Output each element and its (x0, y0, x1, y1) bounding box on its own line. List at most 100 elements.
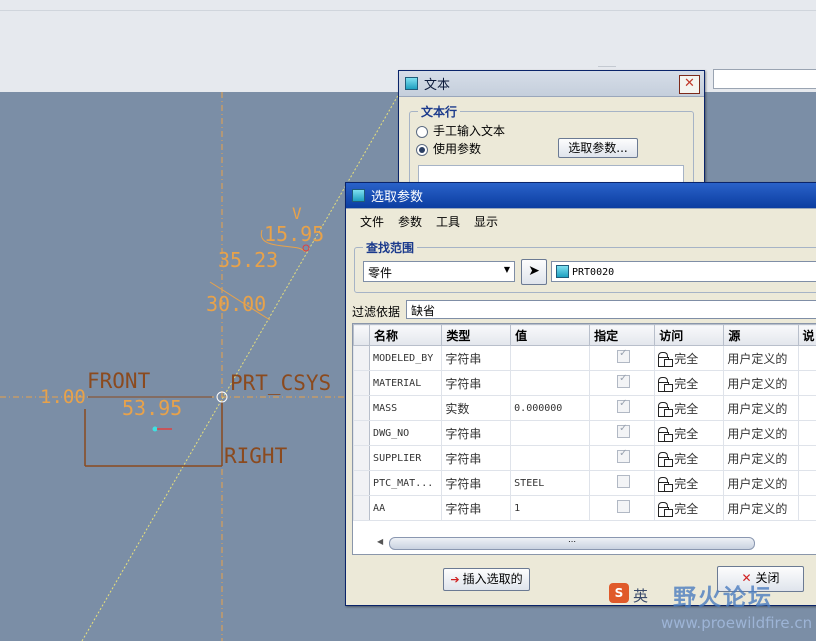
param-value-cell[interactable] (510, 370, 591, 396)
param-access-cell[interactable]: 完全 (654, 445, 725, 471)
param-access-cell[interactable]: 完全 (654, 395, 725, 421)
horizontal-scrollbar[interactable]: ◀ ⋯ (375, 537, 815, 550)
table-row[interactable]: AA 字符串 1 完全 用户定义的 (352, 495, 816, 521)
param-type-cell[interactable]: 字符串 (441, 470, 512, 496)
param-description-cell[interactable] (797, 345, 816, 371)
param-source-cell[interactable]: 用户定义的 (723, 370, 799, 396)
menu-item-display[interactable]: 显示 (474, 213, 498, 230)
param-description-cell[interactable] (797, 420, 816, 446)
row-header-cell[interactable] (352, 345, 371, 371)
param-designate-cell[interactable] (589, 420, 656, 446)
param-type-cell[interactable]: 字符串 (441, 345, 512, 371)
param-description-cell[interactable] (797, 370, 816, 396)
radio-manual-icon[interactable] (416, 125, 428, 138)
designate-checkbox[interactable] (617, 500, 631, 513)
param-access-cell[interactable]: 完全 (654, 345, 725, 371)
param-name-cell[interactable]: MASS (369, 395, 443, 421)
row-header-cell[interactable] (352, 495, 371, 521)
row-header-cell[interactable] (352, 395, 371, 421)
insert-selected-button[interactable]: ➔ 插入选取的 (443, 568, 530, 591)
param-value-cell[interactable]: 0.000000 (510, 395, 591, 421)
param-access-cell[interactable]: 完全 (654, 470, 725, 496)
close-icon[interactable]: ✕ (679, 75, 700, 94)
param-access-cell[interactable]: 完全 (654, 495, 725, 521)
column-header-source[interactable]: 源 (723, 324, 799, 346)
param-name-cell[interactable]: SUPPLIER (369, 445, 443, 471)
row-header-cell[interactable] (352, 420, 371, 446)
param-name-cell[interactable]: MODELED_BY (369, 345, 443, 371)
param-access-cell[interactable]: 完全 (654, 370, 725, 396)
param-source-cell[interactable]: 用户定义的 (723, 395, 799, 421)
select-parameter-titlebar[interactable]: 选取参数 (346, 183, 816, 209)
table-row[interactable]: MASS 实数 0.000000 完全 用户定义的 (352, 395, 816, 421)
datum-csys-label[interactable]: PRT_CSYS (230, 371, 331, 395)
dimension-label[interactable]: 35.23 (218, 248, 278, 272)
datum-plane-right-label[interactable]: RIGHT (224, 444, 287, 468)
radio-use-parameter[interactable]: 使用参数 (416, 140, 481, 157)
column-header-access[interactable]: 访问 (654, 324, 725, 346)
param-name-cell[interactable]: DWG_NO (369, 420, 443, 446)
menu-item-tools[interactable]: 工具 (436, 213, 460, 230)
filter-field[interactable]: 缺省 (406, 300, 816, 319)
param-description-cell[interactable] (797, 495, 816, 521)
param-source-cell[interactable]: 用户定义的 (723, 345, 799, 371)
param-name-cell[interactable]: MATERIAL (369, 370, 443, 396)
param-source-cell[interactable]: 用户定义的 (723, 495, 799, 521)
datum-plane-front-label[interactable]: FRONT (87, 369, 150, 393)
dimension-label[interactable]: 30.00 (206, 292, 266, 316)
scope-item-field[interactable]: PRT0020 (551, 261, 816, 282)
param-designate-cell[interactable] (589, 395, 656, 421)
param-access-cell[interactable]: 完全 (654, 420, 725, 446)
radio-manual-text[interactable]: 手工输入文本 (416, 122, 505, 139)
param-name-cell[interactable]: AA (369, 495, 443, 521)
param-value-cell[interactable] (510, 420, 591, 446)
row-header-cell[interactable] (352, 445, 371, 471)
param-description-cell[interactable] (797, 395, 816, 421)
param-source-cell[interactable]: 用户定义的 (723, 445, 799, 471)
scrollbar-thumb[interactable]: ⋯ (389, 537, 755, 550)
column-header-description[interactable]: 说 (797, 324, 816, 346)
dimension-label[interactable]: 15.95 (264, 222, 324, 246)
table-row[interactable]: MATERIAL 字符串 完全 用户定义的 (352, 370, 816, 396)
scope-type-dropdown[interactable]: 零件 ▼ (363, 261, 515, 282)
param-source-cell[interactable]: 用户定义的 (723, 470, 799, 496)
param-value-cell[interactable] (510, 445, 591, 471)
dimension-label[interactable]: 1.00 (40, 386, 86, 408)
table-row[interactable]: PTC_MAT... 字符串 STEEL 完全 用户定义的 (352, 470, 816, 496)
menu-item-file[interactable]: 文件 (360, 213, 384, 230)
column-header-type[interactable]: 类型 (441, 324, 512, 346)
row-header-cell[interactable] (352, 370, 371, 396)
dimension-label[interactable]: 53.95 (122, 396, 182, 420)
designate-checkbox[interactable] (617, 373, 631, 388)
menu-item-parameter[interactable]: 参数 (398, 213, 422, 230)
param-value-cell[interactable]: 1 (510, 495, 591, 521)
pick-from-model-button[interactable]: ➤ (521, 259, 547, 285)
command-search-input[interactable] (713, 69, 816, 89)
designate-checkbox[interactable] (617, 398, 631, 413)
param-designate-cell[interactable] (589, 445, 656, 471)
designate-checkbox[interactable] (617, 348, 631, 363)
param-designate-cell[interactable] (589, 345, 656, 371)
select-parameter-button[interactable]: 选取参数... (558, 138, 638, 158)
param-type-cell[interactable]: 字符串 (441, 445, 512, 471)
param-value-cell[interactable]: STEEL (510, 470, 591, 496)
table-row[interactable]: MODELED_BY 字符串 完全 用户定义的 (352, 345, 816, 371)
param-type-cell[interactable]: 字符串 (441, 370, 512, 396)
param-description-cell[interactable] (797, 470, 816, 496)
radio-use-parameter-icon[interactable] (416, 143, 428, 156)
column-header-designate[interactable]: 指定 (589, 324, 656, 346)
table-row[interactable]: DWG_NO 字符串 完全 用户定义的 (352, 420, 816, 446)
param-designate-cell[interactable] (589, 470, 656, 496)
param-name-cell[interactable]: PTC_MAT... (369, 470, 443, 496)
column-header-value[interactable]: 值 (510, 324, 591, 346)
param-value-cell[interactable] (510, 345, 591, 371)
table-row[interactable]: SUPPLIER 字符串 完全 用户定义的 (352, 445, 816, 471)
designate-checkbox[interactable] (617, 423, 631, 438)
text-dialog-titlebar[interactable]: 文本 ✕ (399, 71, 704, 97)
scroll-left-icon[interactable]: ◀ (377, 537, 383, 546)
param-type-cell[interactable]: 实数 (441, 395, 512, 421)
row-header-cell[interactable] (352, 470, 371, 496)
designate-checkbox[interactable] (617, 448, 631, 463)
param-description-cell[interactable] (797, 445, 816, 471)
param-designate-cell[interactable] (589, 495, 656, 521)
